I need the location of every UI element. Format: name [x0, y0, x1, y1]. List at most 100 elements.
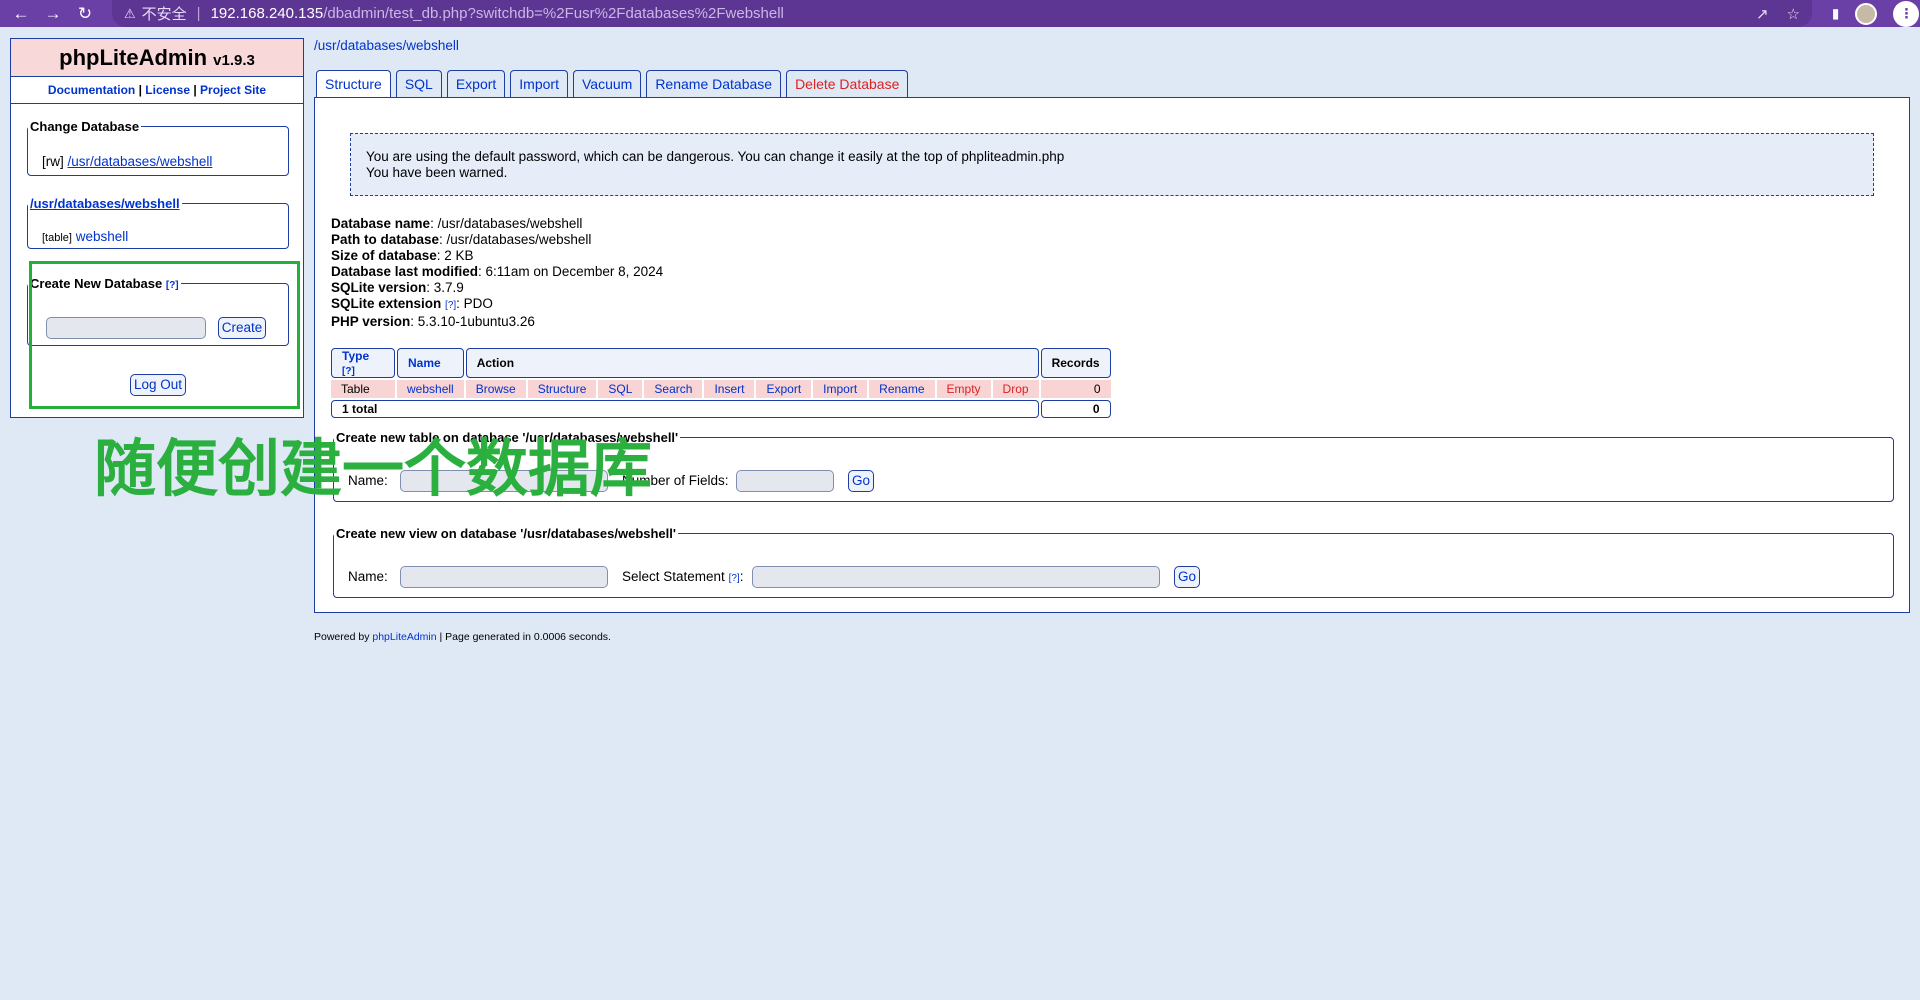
action-header: Action: [465, 348, 1039, 378]
warning-line: You are using the default password, whic…: [366, 149, 1065, 164]
url-host: 192.168.240.135: [210, 5, 324, 22]
info-value: : PDO: [456, 296, 493, 311]
app-name: phpLiteAdmin: [59, 45, 208, 70]
info-label: Database name: [331, 216, 431, 231]
tab-delete-database[interactable]: Delete Database: [786, 70, 909, 97]
create-view-panel: Create new view on database '/usr/databa…: [333, 526, 1894, 598]
sidebar-toggle-icon[interactable]: ▮: [1832, 6, 1839, 22]
address-bar[interactable]: ⚠ 不安全 | 192.168.240.135 /dbadmin/test_db…: [112, 0, 1812, 27]
browser-toolbar: ← → ↻ ⚠ 不安全 | 192.168.240.135 /dbadmin/t…: [0, 0, 1920, 27]
sql-action[interactable]: SQL: [598, 380, 643, 398]
records-header: Records: [1040, 348, 1111, 378]
footer-text: | Page generated in 0.0006 seconds.: [436, 631, 611, 643]
annotation-text: 随便创建一个数据库: [94, 432, 653, 505]
profile-avatar[interactable]: [1855, 2, 1878, 25]
back-arrow-icon[interactable]: ←: [12, 5, 30, 22]
fields-count-input[interactable]: [736, 470, 834, 492]
breadcrumb[interactable]: /usr/databases/webshell: [314, 38, 459, 53]
license-link[interactable]: License: [145, 83, 190, 97]
total-row: 1 total 0: [331, 400, 1111, 418]
create-table-go-button[interactable]: Go: [848, 470, 874, 492]
info-value: : 3.7.9: [426, 280, 464, 295]
warning-triangle-icon: ⚠: [124, 5, 136, 21]
view-name-label: Name:: [348, 569, 388, 584]
forward-arrow-icon[interactable]: →: [44, 5, 62, 22]
info-label: Database last modified: [331, 264, 479, 279]
insert-action[interactable]: Insert: [704, 380, 755, 398]
tab-vacuum[interactable]: Vacuum: [572, 70, 642, 97]
info-label: SQLite version: [331, 280, 427, 295]
help-link[interactable]: [?]: [445, 300, 456, 311]
database-link[interactable]: /usr/databases/webshell: [68, 154, 213, 169]
total-records: 0: [1040, 400, 1111, 418]
highlight-box: [29, 261, 300, 409]
info-label: PHP version: [331, 314, 411, 329]
search-action[interactable]: Search: [644, 380, 703, 398]
tab-import[interactable]: Import: [510, 70, 568, 97]
info-label: SQLite extension: [331, 296, 442, 311]
info-value: : /usr/databases/webshell: [430, 216, 583, 231]
app-logo: phpLiteAdmin v1.9.3: [11, 39, 303, 77]
create-view-go-button[interactable]: Go: [1174, 566, 1200, 588]
browser-nav: ← → ↻: [12, 5, 94, 22]
documentation-link[interactable]: Documentation: [48, 83, 135, 97]
structure-action[interactable]: Structure: [527, 380, 597, 398]
info-value: : /usr/databases/webshell: [439, 232, 592, 247]
url-path: /dbadmin/test_db.php?switchdb=%2Fusr%2Fd…: [323, 5, 784, 22]
page-footer: Powered by phpLiteAdmin | Page generated…: [314, 631, 611, 643]
info-value: : 2 KB: [436, 248, 474, 263]
share-icon[interactable]: ↗: [1756, 5, 1769, 23]
database-tables-legend-link[interactable]: /usr/databases/webshell: [30, 196, 180, 211]
view-name-input[interactable]: [400, 566, 608, 588]
menu-dots-icon[interactable]: ⋮: [1893, 0, 1920, 27]
bookmark-star-icon[interactable]: ☆: [1787, 5, 1800, 23]
database-info: Database name: /usr/databases/webshell P…: [331, 216, 663, 330]
tab-sql[interactable]: SQL: [395, 70, 442, 97]
database-tables-panel: /usr/databases/webshell [table] webshell: [27, 196, 289, 249]
row-table-name-link[interactable]: webshell: [397, 380, 464, 398]
export-action[interactable]: Export: [756, 380, 812, 398]
info-label: Size of database: [331, 248, 437, 263]
db-mode: [rw]: [42, 154, 64, 169]
create-view-legend: Create new view on database '/usr/databa…: [336, 526, 676, 541]
tables-table: Type [?] Name Action Records Table websh…: [329, 346, 1113, 420]
reload-icon[interactable]: ↻: [76, 5, 94, 22]
import-action[interactable]: Import: [813, 380, 868, 398]
row-type: Table: [331, 380, 395, 398]
info-label: Path to database: [331, 232, 440, 247]
footer-phpliteadmin-link[interactable]: phpLiteAdmin: [372, 631, 436, 643]
help-link[interactable]: [?]: [342, 366, 355, 377]
info-value: : 5.3.10-1ubuntu3.26: [410, 314, 535, 329]
info-value: : 6:11am on December 8, 2024: [478, 264, 664, 279]
table-row: Table webshell Browse Structure SQL Sear…: [331, 380, 1111, 398]
help-link[interactable]: [?]: [729, 573, 740, 584]
name-header[interactable]: Name: [397, 348, 464, 378]
app-links: Documentation | License | Project Site: [11, 77, 303, 104]
total-label: 1 total: [331, 400, 1039, 418]
select-statement-input[interactable]: [752, 566, 1160, 588]
address-separator: |: [196, 5, 201, 22]
empty-action[interactable]: Empty: [936, 380, 991, 398]
change-database-legend: Change Database: [30, 119, 140, 134]
tab-rename-database[interactable]: Rename Database: [646, 70, 782, 97]
app-version: v1.9.3: [213, 52, 255, 69]
rename-action[interactable]: Rename: [869, 380, 935, 398]
tab-structure[interactable]: Structure: [316, 70, 391, 98]
tab-export[interactable]: Export: [446, 70, 506, 97]
project-site-link[interactable]: Project Site: [200, 83, 266, 97]
change-database-panel: Change Database [rw] /usr/databases/webs…: [27, 119, 289, 176]
tab-bar: Structure SQL Export Import Vacuum Renam…: [316, 70, 909, 98]
structure-panel: You are using the default password, whic…: [314, 97, 1910, 613]
default-password-warning: You are using the default password, whic…: [350, 133, 1874, 196]
drop-action[interactable]: Drop: [992, 380, 1039, 398]
link-separator: |: [138, 83, 142, 97]
row-records: 0: [1040, 380, 1111, 398]
table-header-row: Type [?] Name Action Records: [331, 348, 1111, 378]
sidebar-table-link[interactable]: webshell: [76, 229, 129, 244]
browse-action[interactable]: Browse: [465, 380, 526, 398]
warning-line: You have been warned.: [366, 165, 508, 180]
type-header[interactable]: Type [?]: [331, 348, 395, 378]
link-separator: |: [193, 83, 197, 97]
footer-powered-by: Powered by: [314, 631, 370, 643]
table-kind: [table]: [42, 232, 72, 244]
